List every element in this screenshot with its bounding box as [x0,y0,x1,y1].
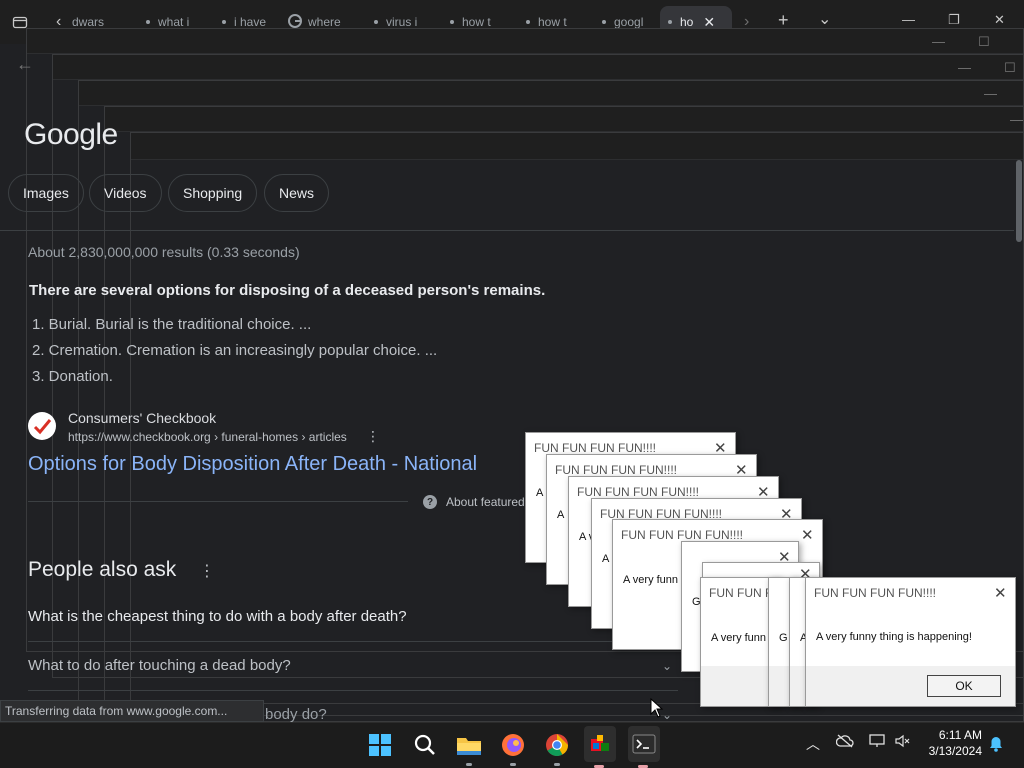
checkbook-favicon-icon[interactable] [28,412,56,440]
paa-question[interactable]: What to do after touching a dead body? [28,657,291,674]
minimize-icon[interactable]: — [902,12,915,27]
paa-question[interactable]: What is the cheapest thing to do with a … [28,608,407,625]
message-box-title: FUN FUN FUN FUN!!!! [621,528,743,542]
source-name[interactable]: Consumers' Checkbook [68,410,216,426]
help-icon[interactable]: ? [423,495,437,509]
chevron-up-icon[interactable]: ︿ [806,734,820,754]
start-windows-icon[interactable] [365,730,395,760]
page-scrollbar[interactable] [1016,160,1022,242]
tab-3-label: i have [234,15,267,29]
running-indicator [466,763,472,766]
close-icon[interactable]: ✕ [801,526,814,544]
message-box-text: A very funn [711,632,767,644]
new-tab-icon[interactable]: + [778,11,789,29]
message-box-title: FUN FUN FUN FUN!!!! [577,485,699,499]
result-stats: About 2,830,000,000 results (0.33 second… [28,244,300,260]
desktop-screen: ‹ dwars what i i have where virus i how … [0,0,1024,768]
about-featured-snippets-link[interactable]: About featured [446,495,525,509]
message-box-text: A very funny thing is happening! [816,631,972,643]
featured-list-item: 2. Cremation. Cremation is an increasing… [32,342,438,359]
network-icon[interactable] [868,734,886,751]
close-window-icon[interactable]: ✕ [994,12,1005,28]
paa-more-options-icon[interactable]: ⋮ [199,561,215,581]
message-box-text: G [779,632,788,644]
volume-muted-icon[interactable] [894,734,912,751]
clock-time[interactable]: 6:11 AM [926,728,982,742]
tab-favicon-placeholder [450,20,454,24]
tab-favicon-placeholder [668,20,672,24]
tab-favicon-placeholder [602,20,606,24]
featured-snippet-title: There are several options for disposing … [29,282,546,299]
clock-date[interactable]: 3/13/2024 [920,744,982,758]
firefox-icon[interactable] [498,730,528,766]
filter-chip-news[interactable]: News [264,174,330,212]
tab-favicon-placeholder [374,20,378,24]
message-box-front[interactable]: FUN FUN FUN FUN!!!! ✕ A very funny thing… [805,577,1016,707]
tab-9-label: ho [680,15,694,29]
source-url[interactable]: https://www.checkbook.org › funeral-home… [68,430,347,444]
tab-6-label: how t [462,15,491,29]
running-indicator [510,763,516,766]
message-box-text: A [536,487,544,499]
filter-chip-images[interactable]: Images [8,174,84,212]
tab-4-label: where [308,15,341,29]
file-explorer-icon[interactable] [454,730,484,766]
paa-divider [28,641,678,642]
chevron-down-icon[interactable]: ⌄ [662,659,672,673]
tab-8-label: googl [614,15,644,29]
tab-7-label: how t [538,15,567,29]
featured-list-item: 1. Burial. Burial is the traditional cho… [32,316,312,333]
message-box-text: A [557,509,565,521]
tab-5-label: virus i [386,15,418,29]
browser-status-bar: Transferring data from www.google.com... [0,700,264,722]
running-indicator [554,763,560,766]
google-logo[interactable]: Google [24,118,118,152]
filter-chip-videos[interactable]: Videos [89,174,162,212]
message-box-title: FUN FUN F [709,586,773,600]
message-box-title: FUN FUN FUN FUN!!!! [534,441,656,455]
back-arrow-icon[interactable]: ← [16,55,34,73]
message-box-title: FUN FUN FUN FUN!!!! [814,586,936,600]
result-title-link[interactable]: Options for Body Disposition After Death… [28,453,477,476]
chrome-icon[interactable] [542,730,572,766]
header-divider [0,230,1014,231]
tab-2-label: what i [158,15,190,29]
source-more-options-icon[interactable]: ⋮ [366,428,380,445]
onedrive-icon[interactable] [835,734,854,751]
filter-chip-shopping[interactable]: Shopping [168,174,258,212]
tab-search-chevron-icon[interactable]: ⌄ [818,12,831,28]
message-box-text: A [602,553,610,565]
tab-favicon-placeholder [526,20,530,24]
tab-favicon-placeholder [146,20,150,24]
message-box-title: FUN FUN FUN FUN!!!! [555,463,677,477]
paa-question[interactable]: body do? [265,706,327,723]
restore-icon[interactable]: ❐ [948,12,960,28]
tab-favicon-placeholder [222,20,226,24]
ok-button[interactable]: OK [927,675,1001,697]
terminal-icon[interactable] [628,726,660,768]
close-icon[interactable]: ✕ [994,584,1007,602]
featured-divider [28,501,408,502]
paa-divider [28,690,678,691]
message-box-text: A very funn [623,574,679,586]
search-icon[interactable] [410,730,440,760]
people-also-ask-heading: People also ask [28,558,177,581]
mouse-cursor-icon [650,697,664,723]
notification-bell-icon[interactable] [988,736,1004,755]
red-app-icon[interactable] [584,726,616,768]
featured-list-item: 3. Donation. [32,368,113,385]
tab-1-label: dwars [72,15,105,29]
